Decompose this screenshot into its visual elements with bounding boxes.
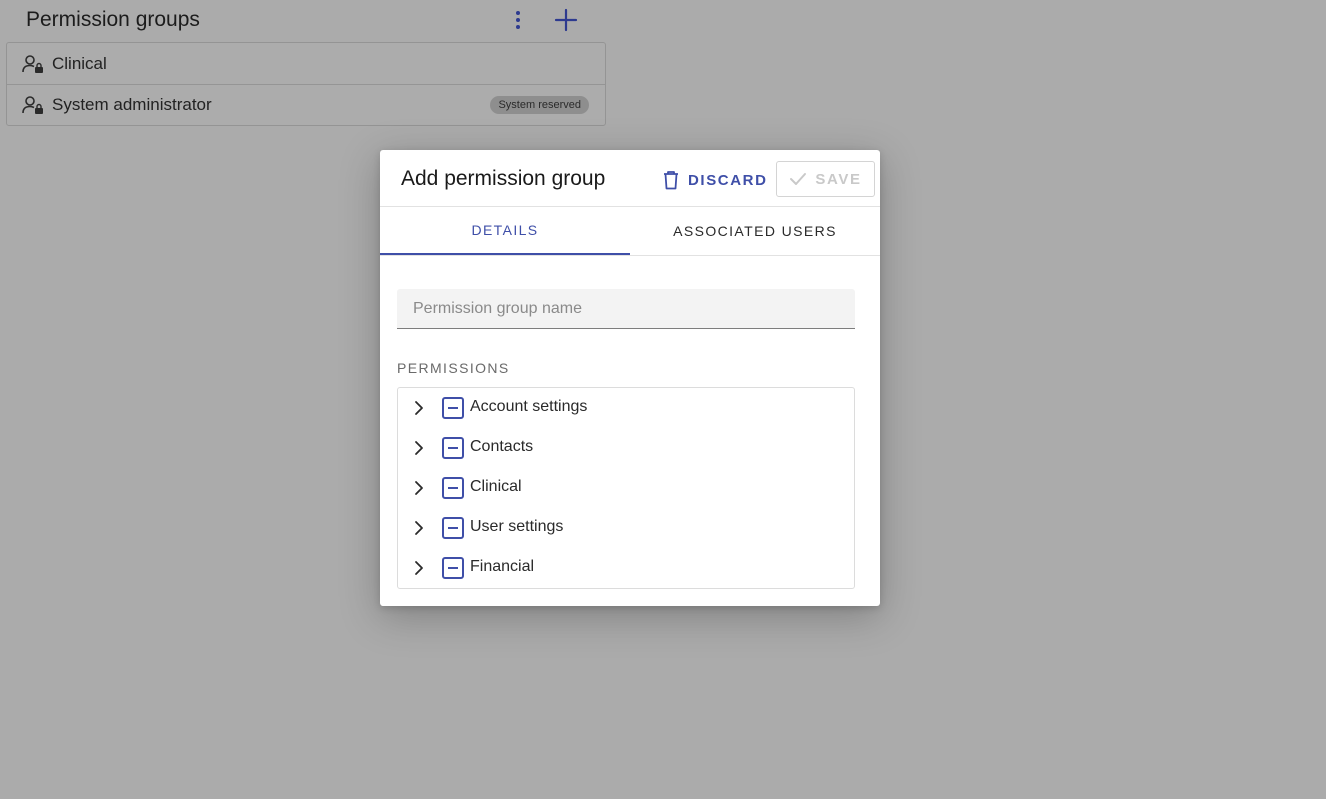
indeterminate-checkbox-icon[interactable] — [442, 557, 464, 579]
permission-group-list: Clinical System administrator System res… — [6, 42, 606, 126]
discard-label: DISCARD — [688, 171, 768, 189]
permission-group-name-input[interactable] — [397, 289, 855, 329]
chevron-right-icon[interactable] — [412, 480, 426, 496]
indeterminate-checkbox-icon[interactable] — [442, 397, 464, 419]
group-row-system-administrator[interactable]: System administrator System reserved — [7, 84, 605, 125]
plus-icon — [554, 8, 578, 32]
add-permission-group-dialog: Add permission group DISCARD SAVE DETAIL… — [380, 150, 880, 606]
add-group-button[interactable] — [552, 6, 580, 34]
dialog-title: Add permission group — [401, 167, 606, 190]
chevron-right-icon[interactable] — [412, 560, 426, 576]
page-title: Permission groups — [26, 8, 200, 31]
permissions-heading: PERMISSIONS — [397, 360, 510, 376]
more-vertical-icon-dot — [516, 18, 520, 22]
chevron-right-icon[interactable] — [412, 520, 426, 536]
indeterminate-checkbox-icon[interactable] — [442, 477, 464, 499]
group-label: Clinical — [52, 53, 107, 73]
permission-label: Contacts — [470, 438, 534, 455]
chevron-right-icon[interactable] — [412, 400, 426, 416]
permission-row-contacts: Contacts — [398, 428, 854, 468]
group-label: System administrator — [52, 95, 212, 114]
permission-row-user-settings: User settings — [398, 508, 854, 548]
permission-row-clinical: Clinical — [398, 468, 854, 508]
user-lock-icon — [22, 96, 43, 114]
group-row-clinical[interactable]: Clinical — [7, 43, 605, 84]
permission-label: User settings — [470, 518, 564, 535]
system-reserved-badge: System reserved — [490, 96, 589, 114]
more-vertical-icon-dot — [516, 25, 520, 29]
permission-label: Clinical — [470, 478, 522, 495]
chevron-right-icon[interactable] — [412, 440, 426, 456]
permission-label: Financial — [470, 558, 535, 575]
indeterminate-checkbox-icon[interactable] — [442, 437, 464, 459]
save-label: SAVE — [815, 170, 862, 188]
save-button[interactable]: SAVE — [776, 161, 875, 197]
user-lock-icon — [22, 54, 43, 73]
dialog-tabs: DETAILS ASSOCIATED USERS — [380, 207, 880, 256]
trash-icon — [664, 171, 678, 190]
discard-button[interactable]: DISCARD — [662, 168, 768, 192]
more-options-button[interactable] — [508, 8, 528, 32]
check-icon — [790, 173, 807, 185]
indeterminate-checkbox-icon[interactable] — [442, 517, 464, 539]
page-header: Permission groups — [26, 6, 606, 36]
dialog-header: Add permission group DISCARD SAVE — [380, 150, 880, 207]
permission-row-financial: Financial — [398, 548, 854, 588]
tab-details[interactable]: DETAILS — [380, 207, 630, 255]
tab-associated-users[interactable]: ASSOCIATED USERS — [630, 207, 880, 255]
permission-label: Account settings — [470, 398, 588, 415]
permission-row-account-settings: Account settings — [398, 388, 854, 428]
more-vertical-icon — [516, 11, 520, 15]
permissions-tree: Account settings Contacts Clinical User … — [397, 387, 855, 589]
